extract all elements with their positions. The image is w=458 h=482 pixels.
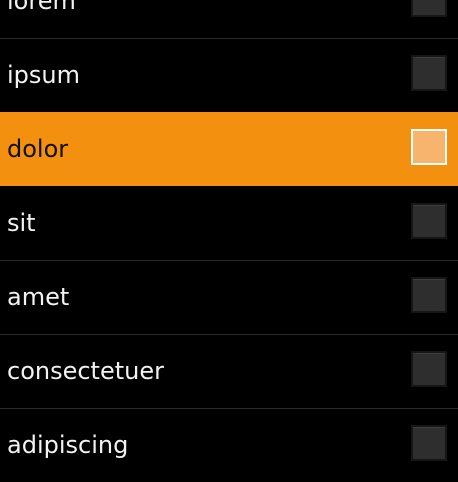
list-item-label: ipsum <box>7 61 80 89</box>
list-item-label: amet <box>7 283 70 311</box>
checkbox[interactable] <box>411 351 447 387</box>
checkbox[interactable] <box>411 55 447 91</box>
list-item-consectetuer[interactable]: consectetuer <box>0 334 458 408</box>
checkbox[interactable] <box>411 129 447 165</box>
list-item-dolor[interactable]: dolor <box>0 112 458 186</box>
checkbox-list: lorem ipsum dolor sit amet consectetuer … <box>0 0 458 482</box>
list-item-label: lorem <box>7 0 76 15</box>
list-item-adipiscing[interactable]: adipiscing <box>0 408 458 482</box>
checkbox[interactable] <box>411 0 447 17</box>
list-item-lorem[interactable]: lorem <box>0 0 458 38</box>
list-item-label: dolor <box>7 135 69 163</box>
checkbox[interactable] <box>411 277 447 313</box>
checkbox[interactable] <box>411 203 447 239</box>
list-item-sit[interactable]: sit <box>0 186 458 260</box>
list-item-label: consectetuer <box>7 357 164 385</box>
checkbox[interactable] <box>411 425 447 461</box>
list-item-label: adipiscing <box>7 431 129 459</box>
list-item-ipsum[interactable]: ipsum <box>0 38 458 112</box>
list-item-amet[interactable]: amet <box>0 260 458 334</box>
list-item-label: sit <box>7 209 36 237</box>
